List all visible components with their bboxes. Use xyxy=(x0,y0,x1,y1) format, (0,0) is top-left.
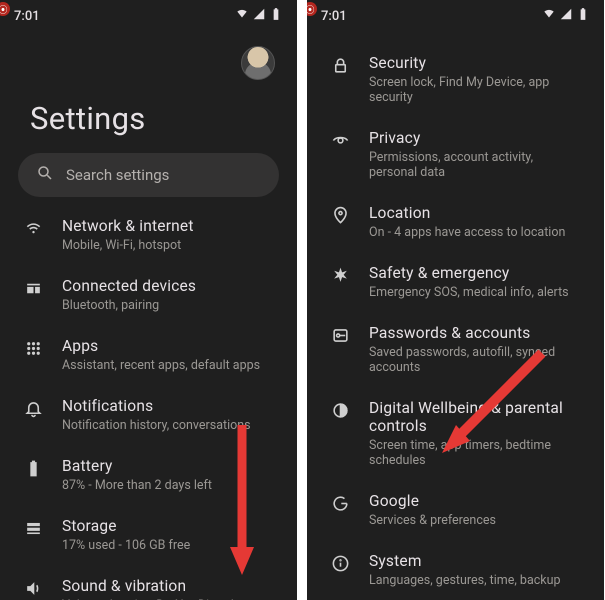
item-label: Privacy xyxy=(369,129,582,147)
settings-list: Security Screen lock, Find My Device, app… xyxy=(307,36,604,600)
wifi-icon xyxy=(22,219,44,238)
item-connected-devices[interactable]: Connected devices Bluetooth, pairing xyxy=(0,265,297,325)
item-sub: Services & preferences xyxy=(369,513,496,528)
item-sub: Saved passwords, autofill, synced accoun… xyxy=(369,345,582,375)
google-icon xyxy=(329,494,351,513)
item-sub: 87% - More than 2 days left xyxy=(62,478,212,493)
item-privacy[interactable]: Privacy Permissions, account activity, pe… xyxy=(307,117,604,192)
item-label: System xyxy=(369,552,561,570)
bell-icon xyxy=(22,399,44,418)
key-icon xyxy=(329,326,351,345)
wifi-icon xyxy=(542,7,556,25)
battery-icon xyxy=(576,7,590,25)
item-google[interactable]: Google Services & preferences xyxy=(307,480,604,540)
item-label: Battery xyxy=(62,457,212,475)
item-label: Network & internet xyxy=(62,217,194,235)
item-location[interactable]: Location On - 4 apps have access to locat… xyxy=(307,192,604,252)
item-label: Storage xyxy=(62,517,190,535)
status-bar: 7:01 xyxy=(0,0,297,26)
storage-icon xyxy=(22,519,44,538)
info-icon xyxy=(329,554,351,573)
search-placeholder: Search settings xyxy=(66,166,169,184)
settings-list: Network & internet Mobile, Wi-Fi, hotspot… xyxy=(0,197,297,600)
settings-screen-scrolled: ⦿ 7:01 SecurityScreen lock, Find My Devi… xyxy=(307,0,604,600)
item-label: Apps xyxy=(62,337,260,355)
item-label: Safety & emergency xyxy=(369,264,569,282)
status-time: 7:01 xyxy=(14,9,40,24)
profile-avatar[interactable] xyxy=(241,46,275,80)
page-title: Settings xyxy=(0,80,297,153)
item-system[interactable]: System Languages, gestures, time, backup xyxy=(307,540,604,600)
item-label: Connected devices xyxy=(62,277,196,295)
devices-icon xyxy=(22,279,44,298)
item-passwords[interactable]: Passwords & accounts Saved passwords, aut… xyxy=(307,312,604,387)
signal-icon xyxy=(252,7,266,25)
emergency-icon xyxy=(329,266,351,285)
item-notifications[interactable]: Notifications Notification history, conve… xyxy=(0,385,297,445)
item-sub: Screen lock, Find My Device, app securit… xyxy=(369,75,582,105)
item-label: Security xyxy=(369,54,582,72)
status-bar: 7:01 xyxy=(307,0,604,26)
search-icon xyxy=(36,164,54,186)
item-label: Google xyxy=(369,492,496,510)
item-battery[interactable]: Battery 87% - More than 2 days left xyxy=(0,445,297,505)
privacy-icon xyxy=(329,131,351,150)
status-icons xyxy=(542,7,590,25)
battery-icon xyxy=(269,7,283,25)
item-label: Passwords & accounts xyxy=(369,324,582,342)
signal-icon xyxy=(559,7,573,25)
item-apps[interactable]: Apps Assistant, recent apps, default apps xyxy=(0,325,297,385)
item-sub: Permissions, account activity, personal … xyxy=(369,150,582,180)
item-label: Location xyxy=(369,204,565,222)
item-label: Sound & vibration xyxy=(62,577,238,595)
item-label: Notifications xyxy=(62,397,251,415)
item-storage[interactable]: Storage 17% used - 106 GB free xyxy=(0,505,297,565)
item-safety[interactable]: Safety & emergency Emergency SOS, medical… xyxy=(307,252,604,312)
item-label: Digital Wellbeing & parental controls xyxy=(369,399,582,435)
wellbeing-icon xyxy=(329,401,351,420)
search-settings-bar[interactable]: Search settings xyxy=(18,153,279,197)
settings-screen-top: ⦿ 7:01 Settings Search settings Network … xyxy=(0,0,297,600)
item-sound[interactable]: Sound & vibrationVolume, haptics, Do Not… xyxy=(0,565,297,600)
item-sub: Bluetooth, pairing xyxy=(62,298,196,313)
item-sub: Notification history, conversations xyxy=(62,418,251,433)
status-time: 7:01 xyxy=(321,9,347,24)
volume-icon xyxy=(22,579,44,598)
location-icon xyxy=(329,206,351,225)
item-sub: Assistant, recent apps, default apps xyxy=(62,358,260,373)
item-wellbeing[interactable]: Digital Wellbeing & parental controlsScr… xyxy=(307,387,604,480)
apps-icon xyxy=(22,339,44,358)
item-security[interactable]: Security Screen lock, Find My Device, app… xyxy=(307,42,604,117)
wifi-icon xyxy=(235,7,249,25)
item-sub: Mobile, Wi-Fi, hotspot xyxy=(62,238,194,253)
item-sub: Emergency SOS, medical info, alerts xyxy=(369,285,569,300)
lock-icon xyxy=(329,56,351,75)
item-sub: On - 4 apps have access to location xyxy=(369,225,565,240)
item-sub: Screen time, app timers, bedtime schedul… xyxy=(369,438,582,468)
item-network[interactable]: Network & internet Mobile, Wi-Fi, hotspot xyxy=(0,205,297,265)
status-icons xyxy=(235,7,283,25)
item-sub: 17% used - 106 GB free xyxy=(62,538,190,553)
battery-icon xyxy=(22,459,44,478)
item-sub: Languages, gestures, time, backup xyxy=(369,573,561,588)
